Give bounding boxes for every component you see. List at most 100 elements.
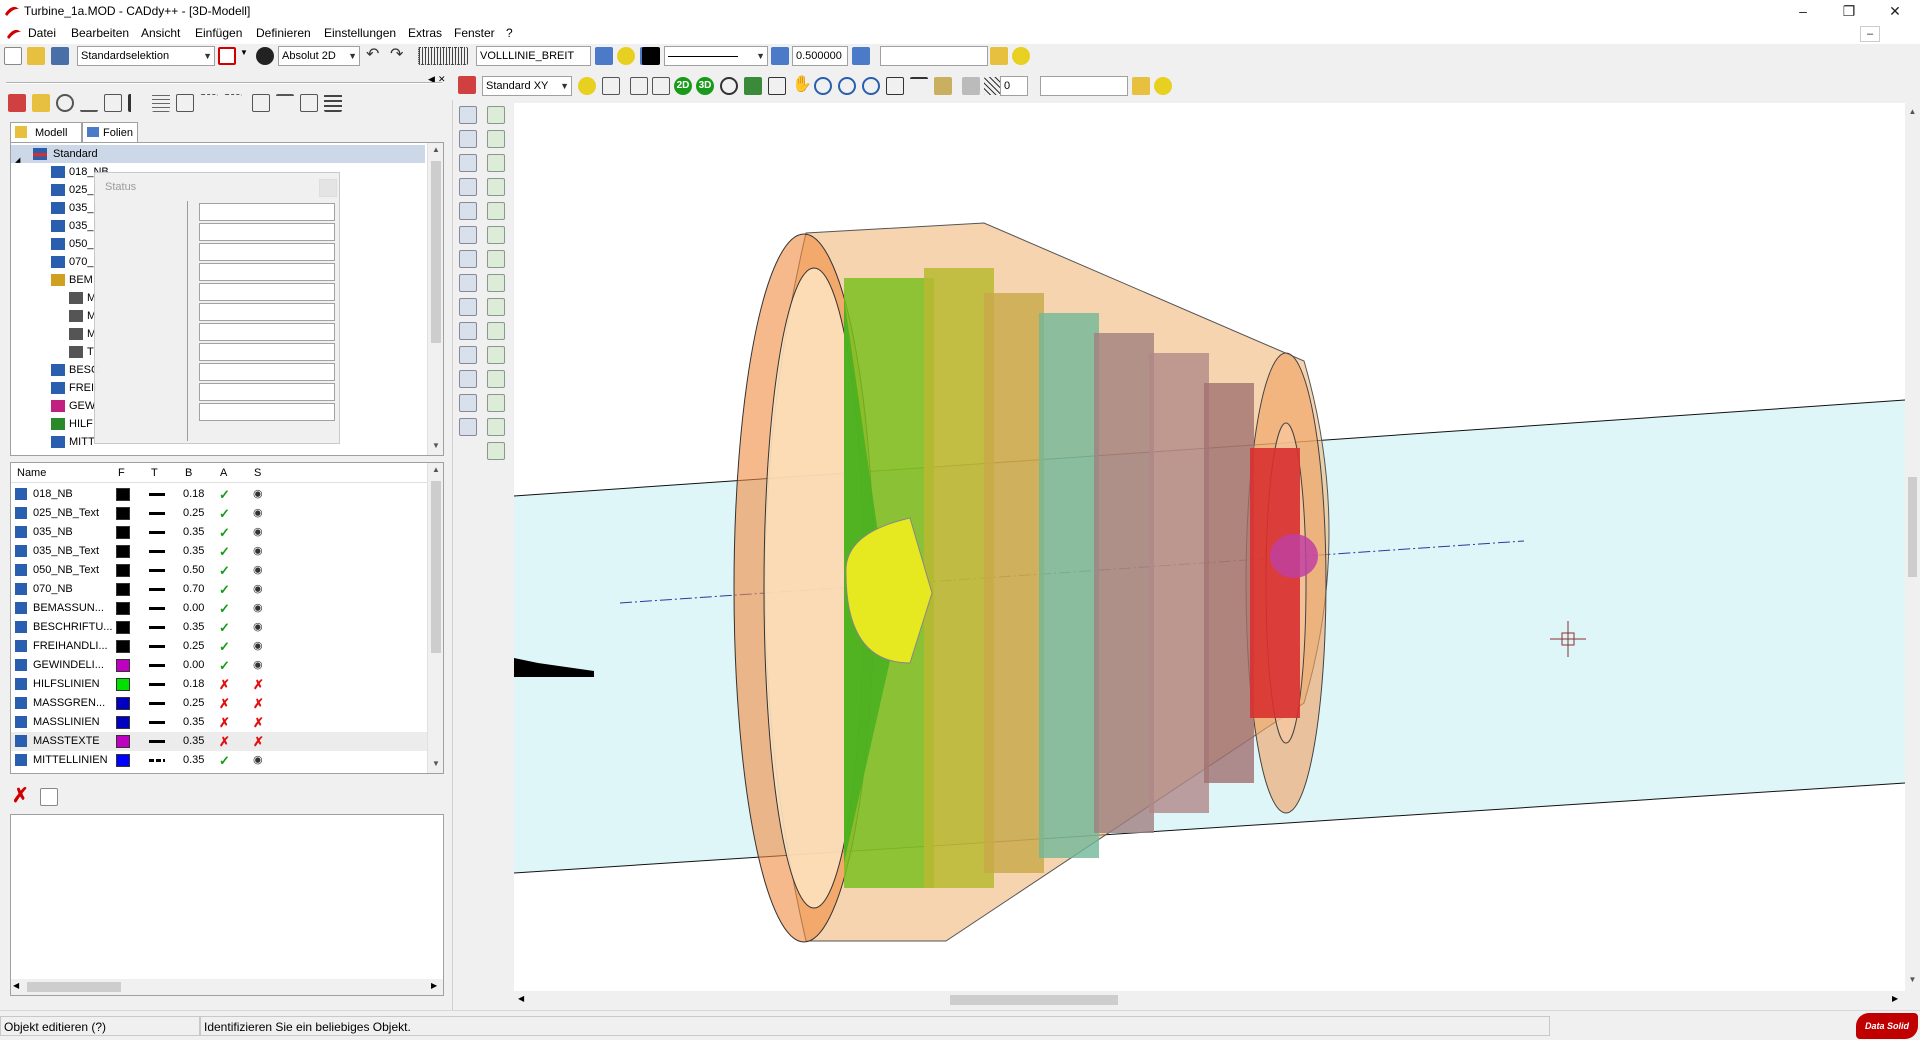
circle-tool-icon[interactable] bbox=[459, 154, 477, 172]
col-a[interactable]: A bbox=[220, 467, 227, 479]
visible-eye-icon[interactable]: ◉ bbox=[253, 751, 263, 770]
scroll-left-icon[interactable]: ◀ bbox=[518, 994, 524, 1003]
layer-color-swatch[interactable] bbox=[116, 504, 130, 523]
eraser-tool-icon[interactable] bbox=[459, 418, 477, 436]
solid-linestyle-icon[interactable] bbox=[149, 618, 165, 637]
layer-color-swatch[interactable] bbox=[116, 751, 130, 770]
undo-icon[interactable]: ↶ bbox=[366, 47, 384, 65]
status-field[interactable] bbox=[199, 383, 335, 401]
zoom-all-icon[interactable] bbox=[862, 77, 880, 95]
layer-row[interactable]: MASSLINIEN 0.35 ✗ ✗ bbox=[11, 713, 427, 732]
layer-color-swatch[interactable] bbox=[116, 561, 130, 580]
status-popup-close[interactable] bbox=[319, 179, 337, 197]
status-field[interactable] bbox=[199, 403, 335, 421]
layer-row[interactable]: HILFSLINIEN 0.18 ✗ ✗ bbox=[11, 675, 427, 694]
panel-tool-9-icon[interactable] bbox=[200, 94, 218, 112]
panel-tool-7-icon[interactable] bbox=[152, 94, 170, 112]
green-box-tool-icon[interactable] bbox=[487, 418, 505, 436]
ball-red-icon[interactable] bbox=[487, 202, 505, 220]
layer-row[interactable]: 025_NB_Text 0.25 ✓ ◉ bbox=[11, 504, 427, 523]
visible-eye-icon[interactable]: ◉ bbox=[253, 542, 263, 561]
dimension-tool-icon[interactable] bbox=[459, 202, 477, 220]
ball-green-icon[interactable] bbox=[487, 178, 505, 196]
status-field[interactable] bbox=[199, 303, 335, 321]
menu-bearbeiten[interactable]: Bearbeiten bbox=[71, 26, 129, 40]
table-scroll-thumb[interactable] bbox=[431, 481, 441, 653]
layer-stack-icon[interactable] bbox=[852, 47, 870, 65]
restore-button[interactable]: ❐ bbox=[1826, 0, 1872, 24]
layer-row[interactable]: BEMASSUN... 0.00 ✓ ◉ bbox=[11, 599, 427, 618]
coord-mode-select[interactable]: Absolut 2D ▼ bbox=[278, 46, 360, 66]
menu-datei[interactable]: Datei bbox=[28, 26, 56, 40]
active-check-icon[interactable]: ✓ bbox=[219, 580, 230, 599]
inactive-cross-icon[interactable]: ✗ bbox=[219, 675, 230, 694]
layer-color-swatch[interactable] bbox=[116, 618, 130, 637]
solid-linestyle-icon[interactable] bbox=[149, 713, 165, 732]
active-check-icon[interactable]: ✓ bbox=[219, 523, 230, 542]
layer-color-swatch[interactable] bbox=[116, 713, 130, 732]
solid-linestyle-icon[interactable] bbox=[149, 637, 165, 656]
layer-row[interactable]: MITTELLINIEN 0.35 ✓ ◉ bbox=[11, 751, 427, 770]
visible-eye-icon[interactable]: ◉ bbox=[253, 580, 263, 599]
scroll-down-icon[interactable]: ▼ bbox=[428, 441, 443, 450]
scroll-right-icon[interactable]: ▶ bbox=[1892, 994, 1898, 1003]
lightbulb-icon-3[interactable] bbox=[1154, 77, 1172, 95]
active-check-icon[interactable]: ✓ bbox=[219, 504, 230, 523]
selection-mode-select[interactable]: Standardselektion ▼ bbox=[77, 46, 215, 66]
triangle-tool-icon[interactable] bbox=[487, 250, 505, 268]
edit-tool-icon[interactable] bbox=[459, 250, 477, 268]
view-select[interactable]: Standard XY ▼ bbox=[482, 76, 572, 96]
solid-linestyle-icon[interactable] bbox=[149, 580, 165, 599]
regen-icon[interactable] bbox=[910, 77, 928, 95]
visible-eye-icon[interactable]: ◉ bbox=[253, 618, 263, 637]
layer-color-swatch[interactable] bbox=[116, 675, 130, 694]
grid-icon[interactable] bbox=[418, 47, 468, 65]
new-file-icon[interactable] bbox=[4, 47, 22, 65]
hatch-tool-icon[interactable] bbox=[459, 370, 477, 388]
drawing-canvas[interactable] bbox=[514, 103, 1905, 991]
edit-e-icon[interactable] bbox=[652, 77, 670, 95]
layer-row[interactable]: 035_NB_Text 0.35 ✓ ◉ bbox=[11, 542, 427, 561]
layer-color-swatch[interactable] bbox=[116, 485, 130, 504]
layer-color-swatch[interactable] bbox=[116, 542, 130, 561]
visible-eye-icon[interactable]: ◉ bbox=[253, 561, 263, 580]
panel-tool-12-icon[interactable] bbox=[276, 94, 294, 112]
scroll-left-icon[interactable]: ◀ bbox=[13, 981, 19, 990]
layer-row[interactable]: 070_NB 0.70 ✓ ◉ bbox=[11, 580, 427, 599]
text-input-2[interactable] bbox=[1040, 76, 1128, 96]
col-name[interactable]: Name bbox=[17, 467, 46, 479]
active-check-icon[interactable]: ✓ bbox=[219, 751, 230, 770]
zoom-out-icon[interactable] bbox=[838, 77, 856, 95]
status-field[interactable] bbox=[199, 323, 335, 341]
layer-number-input[interactable]: 0 bbox=[1000, 76, 1028, 96]
snap-tool-icon[interactable] bbox=[459, 322, 477, 340]
active-check-icon[interactable]: ✓ bbox=[219, 618, 230, 637]
layer-color-swatch[interactable] bbox=[116, 732, 130, 751]
solid-linestyle-icon[interactable] bbox=[149, 523, 165, 542]
canvas-vscrollbar[interactable]: ▲ ▼ bbox=[1905, 103, 1920, 991]
col-s[interactable]: S bbox=[254, 467, 261, 479]
col-b[interactable]: B bbox=[185, 467, 192, 479]
layer-row[interactable]: MASSGREN... 0.25 ✗ ✗ bbox=[11, 694, 427, 713]
lightbulb-icon[interactable] bbox=[617, 47, 635, 65]
sketch-tool-icon[interactable] bbox=[487, 346, 505, 364]
percent-tool-icon[interactable] bbox=[487, 274, 505, 292]
menu-fenster[interactable]: Fenster bbox=[454, 26, 495, 40]
sphere-icon[interactable] bbox=[459, 130, 477, 148]
status-field[interactable] bbox=[199, 263, 335, 281]
menu-einfuegen[interactable]: Einfügen bbox=[195, 26, 242, 40]
solid-linestyle-icon[interactable] bbox=[149, 656, 165, 675]
tree-scroll-thumb[interactable] bbox=[431, 161, 441, 343]
layer-row[interactable]: GEWINDELI... 0.00 ✓ ◉ bbox=[11, 656, 427, 675]
mirror-tool-icon[interactable] bbox=[487, 322, 505, 340]
lightbulb-icon-2[interactable] bbox=[1012, 47, 1030, 65]
close-button[interactable]: ✕ bbox=[1872, 0, 1918, 24]
active-check-icon[interactable]: ✓ bbox=[219, 542, 230, 561]
arc-tool-icon[interactable] bbox=[487, 298, 505, 316]
layer-color-swatch[interactable] bbox=[116, 656, 130, 675]
layer-properties-icon[interactable] bbox=[40, 788, 58, 806]
scroll-up-icon[interactable]: ▲ bbox=[1905, 107, 1920, 116]
menu-help[interactable]: ? bbox=[506, 26, 513, 40]
menu-definieren[interactable]: Definieren bbox=[256, 26, 311, 40]
tab-folien[interactable]: Folien bbox=[82, 122, 138, 142]
